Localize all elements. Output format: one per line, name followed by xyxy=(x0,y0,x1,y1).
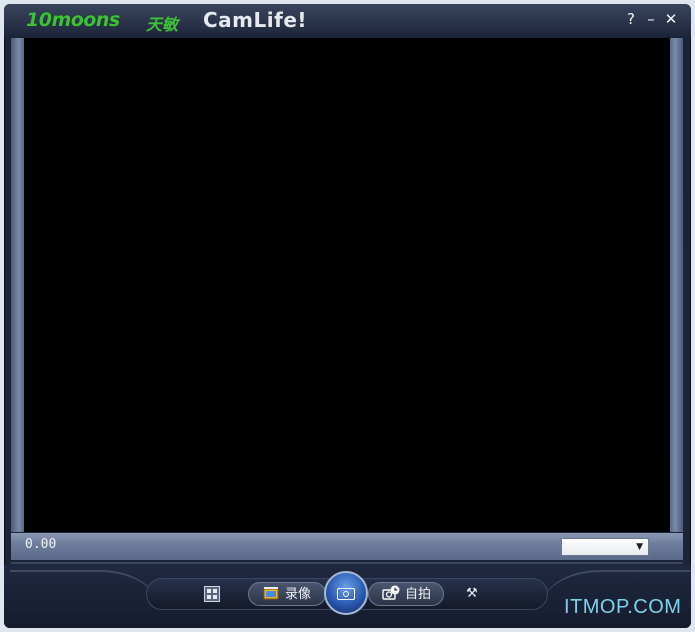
brand-logo: 10moons xyxy=(26,9,120,31)
status-readout: 0.00 xyxy=(25,537,57,552)
right-frame-rail xyxy=(670,38,683,532)
brand-logo-cn: 天敏 xyxy=(146,15,179,34)
record-button[interactable]: 录像 xyxy=(248,582,326,606)
left-wing-decoration xyxy=(10,570,160,628)
record-label: 录像 xyxy=(285,587,312,602)
chevron-down-icon: ▼ xyxy=(636,542,643,552)
minimize-button[interactable]: – xyxy=(642,10,660,28)
left-frame-rail xyxy=(11,38,24,532)
tool-icon[interactable]: ⚒ xyxy=(466,587,480,601)
app-title: CamLife! xyxy=(203,8,307,32)
resolution-select[interactable]: ▼ xyxy=(561,538,649,556)
video-preview xyxy=(24,38,670,532)
watermark: ITMOP.COM xyxy=(564,596,682,618)
self-timer-icon xyxy=(382,585,400,600)
record-icon xyxy=(263,587,279,600)
camera-lens-icon xyxy=(343,591,349,597)
film-grid-icon[interactable] xyxy=(204,586,220,602)
app-window: 10moons 天敏 CamLife! ? – ✕ 0.00 ▼ 录像 自拍 ⚒ xyxy=(0,0,695,632)
help-button[interactable]: ? xyxy=(622,10,640,28)
close-button[interactable]: ✕ xyxy=(662,10,680,28)
divider xyxy=(11,562,683,564)
self-timer-label: 自拍 xyxy=(405,587,432,602)
self-timer-button[interactable]: 自拍 xyxy=(368,582,444,606)
